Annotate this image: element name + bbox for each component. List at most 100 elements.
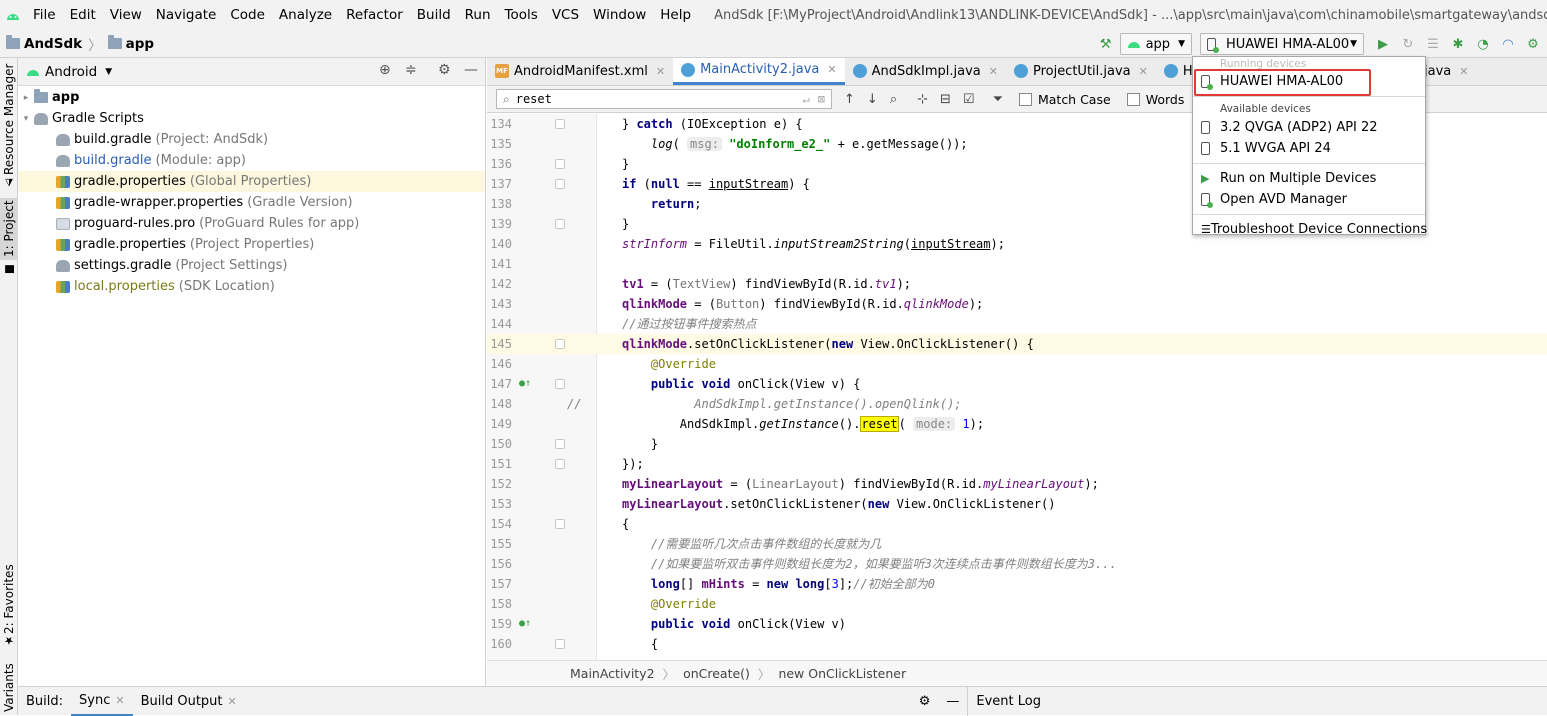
chevron-right-icon[interactable]: ▸ — [18, 93, 34, 103]
search-input[interactable]: ⌕ reset ↵ ⊠ — [496, 89, 832, 109]
code-line[interactable]: 150 } — [487, 434, 1547, 454]
fold-marker-icon[interactable] — [555, 179, 565, 189]
chevron-down-icon[interactable]: ▼ — [105, 67, 112, 77]
close-icon[interactable]: ✕ — [228, 695, 237, 708]
code-line[interactable]: 157 long[] mHints = new long[3];//初始全部为0 — [487, 574, 1547, 594]
apply-code-changes-icon[interactable]: ☰ — [1422, 33, 1444, 55]
close-icon[interactable]: ✕ — [656, 65, 665, 78]
menu-run[interactable]: Run — [458, 0, 498, 30]
favorites-tab[interactable]: 2: Favorites — [0, 564, 18, 634]
build-variants-tab[interactable]: Variants — [0, 662, 18, 714]
tab-build-output[interactable]: Build Output ✕ — [133, 687, 245, 716]
fold-marker-icon[interactable] — [555, 379, 565, 389]
code-line[interactable]: 152 myLinearLayout = (LinearLayout) findV… — [487, 474, 1547, 494]
filter-icon[interactable]: ⏷ — [993, 92, 1003, 107]
code-line[interactable]: 156 //如果要监听双击事件则数组长度为2，如果要监听3次连续点击事件则数组长… — [487, 554, 1547, 574]
menu-build[interactable]: Build — [410, 0, 458, 30]
clear-search-icon[interactable]: ⊠ — [818, 92, 825, 106]
menu-code[interactable]: Code — [223, 0, 272, 30]
profile-icon[interactable]: ◔ — [1472, 33, 1494, 55]
code-line[interactable]: 141 — [487, 254, 1547, 274]
code-line[interactable]: 159 ●↑ public void onClick(View v) — [487, 614, 1547, 634]
fold-marker-icon[interactable] — [555, 639, 565, 649]
tree-item[interactable]: ▾ Gradle Scripts — [18, 108, 485, 129]
menu-help[interactable]: Help — [653, 0, 698, 30]
fold-marker-icon[interactable] — [555, 439, 565, 449]
code-breadcrumb-item[interactable]: new OnClickListener — [778, 666, 906, 681]
select-all-occurrences-icon[interactable]: ☑ — [963, 92, 975, 107]
code-line[interactable]: 142 tv1 = (TextView) findViewById(R.id.tv… — [487, 274, 1547, 294]
gear-icon[interactable]: ⚙ — [438, 62, 451, 78]
debug-bug-icon[interactable]: ✱ — [1447, 33, 1469, 55]
code-line[interactable]: 155 //需要监听几次点击事件数组的长度就为几 — [487, 534, 1547, 554]
troubleshoot-item[interactable]: ☰ Troubleshoot Device Connections — [1193, 219, 1427, 240]
apply-changes-icon[interactable]: ↻ — [1397, 33, 1419, 55]
words-checkbox[interactable]: Words — [1126, 92, 1184, 107]
sync-gradle-icon[interactable]: ⚙ — [1522, 33, 1544, 55]
match-case-checkbox[interactable]: Match Case — [1018, 92, 1111, 107]
next-occurrence-icon[interactable]: ↓ — [867, 92, 878, 107]
menu-tools[interactable]: Tools — [498, 0, 545, 30]
fold-marker-icon[interactable] — [555, 119, 565, 129]
tree-item[interactable]: gradle-wrapper.properties (Gradle Version… — [18, 192, 485, 213]
code-breadcrumb-item[interactable]: onCreate() — [683, 666, 750, 681]
replace-history-icon[interactable]: ↵ — [803, 92, 810, 106]
tab-sync[interactable]: Sync ✕ — [71, 687, 133, 716]
hammer-make-icon[interactable]: ⚒ — [1095, 33, 1117, 55]
menu-vcs[interactable]: VCS — [545, 0, 586, 30]
breadcrumb-project[interactable]: AndSdk — [24, 36, 82, 52]
chevron-down-icon[interactable]: ▾ — [18, 114, 34, 124]
run-play-icon[interactable]: ▶ — [1372, 33, 1394, 55]
run-config-select[interactable]: app ▼ — [1119, 33, 1192, 55]
fold-marker-icon[interactable] — [555, 339, 565, 349]
override-method-icon[interactable]: ●↑ — [519, 614, 531, 634]
unselect-icon[interactable]: ⊟ — [940, 92, 951, 107]
tab-mainactivity2-java[interactable]: MainActivity2.java ✕ — [673, 58, 845, 85]
close-icon[interactable]: ✕ — [827, 63, 836, 76]
breadcrumb-module[interactable]: app — [126, 36, 154, 52]
tree-item[interactable]: proguard-rules.pro (ProGuard Rules for ap… — [18, 213, 485, 234]
override-method-icon[interactable]: ●↑ — [519, 374, 531, 394]
tree-item[interactable]: settings.gradle (Project Settings) — [18, 255, 485, 276]
minimize-icon[interactable]: — — [938, 687, 967, 716]
code-line[interactable]: 147 ●↑ public void onClick(View v) { — [487, 374, 1547, 394]
device-item[interactable]: 3.2 QVGA (ADP2) API 22 — [1193, 117, 1425, 138]
close-icon[interactable]: ✕ — [115, 694, 124, 707]
code-line[interactable]: 145 qlinkMode.setOnClickListener(new View… — [487, 334, 1547, 354]
menu-view[interactable]: View — [103, 0, 149, 30]
tree-item[interactable]: build.gradle (Project: AndSdk) — [18, 129, 485, 150]
code-line[interactable]: 154 { — [487, 514, 1547, 534]
run-multiple-devices-item[interactable]: ▶ Run on Multiple Devices — [1193, 168, 1425, 189]
tree-item[interactable]: ▸ app — [18, 87, 485, 108]
add-selection-icon[interactable]: ⊹ — [917, 92, 928, 107]
code-line[interactable]: 146 @Override — [487, 354, 1547, 374]
tree-item[interactable]: gradle.properties (Project Properties) — [18, 234, 485, 255]
tab-andsdkimpl-java[interactable]: AndSdkImpl.java ✕ — [845, 58, 1006, 85]
gear-icon[interactable]: ⚙ — [911, 687, 939, 716]
tab-event-log[interactable]: Event Log — [967, 686, 1049, 716]
fold-marker-icon[interactable] — [555, 159, 565, 169]
code-breadcrumb-item[interactable]: MainActivity2 — [570, 666, 655, 681]
close-icon[interactable]: ✕ — [1139, 65, 1148, 78]
menu-navigate[interactable]: Navigate — [149, 0, 224, 30]
close-icon[interactable]: ✕ — [1459, 65, 1468, 78]
code-line[interactable]: 149 AndSdkImpl.getInstance().reset( mode… — [487, 414, 1547, 434]
tree-item[interactable]: build.gradle (Module: app) — [18, 150, 485, 171]
menu-analyze[interactable]: Analyze — [272, 0, 339, 30]
device-select[interactable]: HUAWEI HMA-AL00 ▼ — [1200, 33, 1364, 55]
find-all-icon[interactable]: ⌕ — [890, 92, 897, 107]
fold-marker-icon[interactable] — [555, 219, 565, 229]
code-line[interactable]: 158 @Override — [487, 594, 1547, 614]
resource-manager-tab[interactable]: Resource Manager — [0, 63, 18, 174]
device-item[interactable]: 5.1 WVGA API 24 — [1193, 138, 1425, 159]
previous-occurrence-icon[interactable]: ↑ — [844, 92, 855, 107]
code-line[interactable]: 160 { — [487, 634, 1547, 654]
fold-marker-icon[interactable] — [555, 519, 565, 529]
fold-marker-icon[interactable] — [555, 459, 565, 469]
project-tab[interactable]: 1: Project — [0, 198, 18, 260]
tree-item[interactable]: local.properties (SDK Location) — [18, 276, 485, 297]
menu-refactor[interactable]: Refactor — [339, 0, 410, 30]
menu-file[interactable]: File — [26, 0, 63, 30]
minimize-icon[interactable]: — — [464, 62, 478, 78]
menu-window[interactable]: Window — [586, 0, 653, 30]
